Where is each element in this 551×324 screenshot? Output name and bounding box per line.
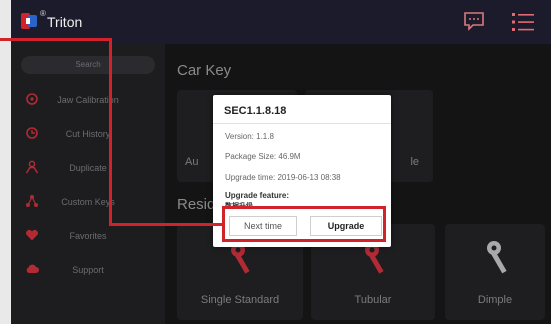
version-text: Version: 1.1.8 [225,132,274,141]
highlight-box [222,206,386,242]
sidebar-item-cut-history[interactable]: Cut History [11,118,165,152]
callout-line-vertical [109,38,112,226]
key-icon [231,243,250,274]
key-icon [487,241,507,274]
dialog-title: SEC1.1.8.18 [224,105,287,117]
logo-icon [21,13,37,29]
callout-line-top [0,38,112,41]
menu-icon[interactable] [510,11,536,33]
sidebar-item-support[interactable]: Support [11,254,165,288]
sidebar-item-label: Duplicate [69,163,107,173]
section-title-car-key: Car Key [177,62,232,79]
callout-line-bottom [109,223,223,226]
package-size-text: Package Size: 46.9M [225,152,301,161]
sidebar: Search Jaw Calibration Cut History Dupli… [11,44,165,324]
sidebar-item-jaw-calibration[interactable]: Jaw Calibration [11,84,165,118]
section-title-residential: Resid [177,196,216,213]
card-label: Dimple [477,294,513,306]
sidebar-item-label: Support [72,265,104,275]
registered-mark: ® [40,9,46,18]
key-card-dimple[interactable]: Dimple [445,224,545,320]
sidebar-item-label: Custom Keys [61,197,115,207]
sidebar-item-label: Jaw Calibration [57,95,119,105]
dialog-divider [213,123,391,124]
card-label: Single Standard [200,294,280,306]
card-label: le [410,156,419,168]
sidebar-item-label: Cut History [65,129,111,139]
sidebar-item-duplicate[interactable]: Duplicate [11,152,165,186]
upgrade-feature-label: Upgrade feature: [225,191,290,200]
message-icon[interactable] [463,11,485,31]
upgrade-time-text: Upgrade time: 2019-06-13 08:38 [225,173,341,182]
key-icon [365,243,384,274]
sidebar-item-label: Favorites [69,231,107,241]
app-title: Triton [47,14,83,30]
card-label: Tubular [354,294,392,306]
search-button[interactable]: Search [21,56,155,74]
sidebar-item-custom-keys[interactable]: Custom Keys [11,186,165,220]
